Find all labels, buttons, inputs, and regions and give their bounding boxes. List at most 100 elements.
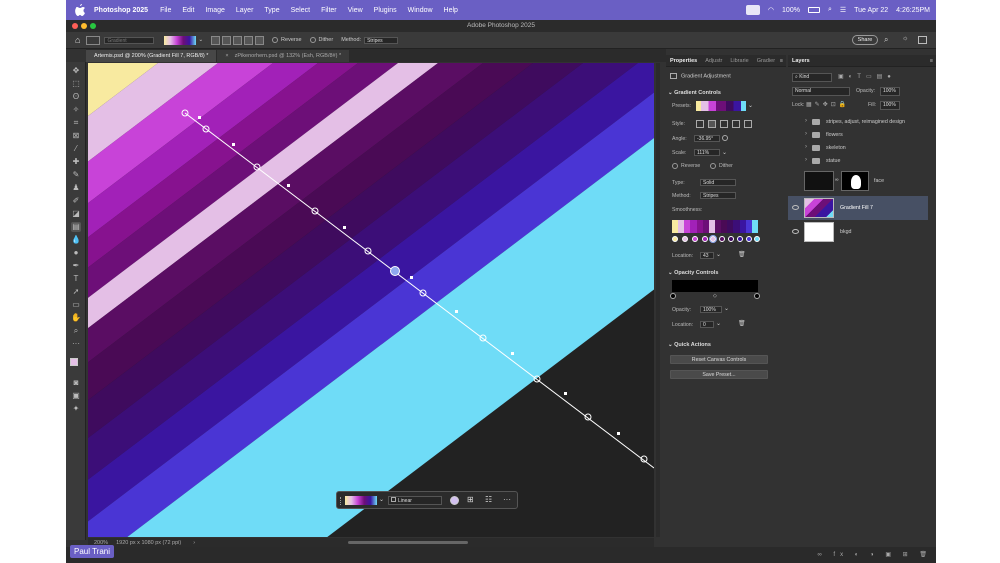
lasso-tool-icon[interactable]: ʘ [71, 92, 81, 102]
reflected-style-button[interactable] [244, 35, 254, 45]
menu-type[interactable]: Type [264, 7, 279, 14]
layer-filter-icons[interactable]: ▣◐T▭▤● [838, 73, 896, 80]
eye-icon[interactable] [792, 205, 799, 210]
opacity-controls-heading[interactable]: ⌄ Opacity Controls [668, 270, 718, 276]
color-stop[interactable] [719, 236, 725, 242]
marquee-tool-icon[interactable]: ⬚ [71, 79, 81, 89]
color-stop[interactable] [737, 236, 743, 242]
zoom-tool-icon[interactable]: ⌕ [71, 326, 81, 336]
settings-sliders-icon[interactable]: ☷ [485, 495, 492, 504]
gradient-preview[interactable] [164, 35, 197, 45]
menu-edit[interactable]: Edit [182, 7, 194, 14]
method-select[interactable]: Stripes [364, 36, 399, 44]
tab-layers[interactable]: Layers [788, 58, 814, 64]
chevron-down-icon[interactable]: ⌄ [748, 102, 753, 109]
close-icon[interactable]: × [225, 50, 228, 62]
method-select[interactable]: Stripes [700, 192, 736, 199]
style-reflected-button[interactable] [732, 120, 740, 128]
layer-row-bkgd[interactable]: bkgd [788, 220, 928, 244]
tab-adjustments[interactable]: Adjustr [701, 58, 726, 64]
search-icon[interactable]: ⌕ [828, 6, 832, 14]
fill-input[interactable]: 100% [880, 101, 900, 110]
opacity-stop-right[interactable] [754, 293, 760, 299]
color-stop[interactable] [754, 236, 760, 242]
radial-style-button[interactable] [222, 35, 232, 45]
diamond-style-button[interactable] [255, 35, 265, 45]
healing-tool-icon[interactable]: ✚ [71, 157, 81, 167]
layer-row-folder[interactable]: › statue [788, 154, 928, 167]
chevron-down-icon[interactable]: ⌄ [716, 320, 721, 327]
color-stop[interactable] [692, 236, 698, 242]
chevron-down-icon[interactable]: ⌄ [198, 37, 203, 43]
transform-icon[interactable]: ⊞ [467, 495, 474, 504]
drag-handle-icon[interactable] [340, 497, 342, 505]
lightbulb-icon[interactable]: ☼ [902, 35, 908, 42]
shape-tool-icon[interactable]: ▭ [71, 300, 81, 310]
path-select-tool-icon[interactable]: ➚ [71, 287, 81, 297]
tab-gradients[interactable]: Gradier [753, 58, 779, 64]
reverse-checkbox[interactable] [272, 37, 279, 43]
gradient-control-line[interactable] [88, 63, 654, 537]
layers-footer-icons[interactable]: ∞ fx ◐ ◑ ▣ ⊞ 🗑 [792, 551, 932, 561]
eye-icon[interactable] [792, 229, 799, 234]
chevron-right-icon[interactable]: › [805, 118, 807, 124]
pen-tool-icon[interactable]: ✒ [71, 261, 81, 271]
chevron-right-icon[interactable]: › [805, 144, 807, 150]
foreground-color-swatch[interactable] [70, 358, 78, 366]
save-preset-button[interactable]: Save Preset... [670, 370, 768, 379]
wifi-icon[interactable]: ◠ [768, 6, 774, 14]
color-stop[interactable] [728, 236, 734, 242]
layer-row-folder[interactable]: › skeleton [788, 141, 928, 154]
trash-icon[interactable]: 🗑 [738, 320, 746, 327]
menu-select[interactable]: Select [291, 7, 310, 14]
chevron-right-icon[interactable]: › [193, 540, 195, 546]
vertical-scrollbar[interactable] [656, 63, 660, 537]
object-select-tool-icon[interactable]: ✧ [71, 105, 81, 115]
doc-tab-artemis[interactable]: Artemis.psd @ 200% (Gradient Fill 7, RGB… [86, 50, 217, 62]
menu-file[interactable]: File [160, 7, 171, 14]
layer-filter-select[interactable]: ⌕ Kind [792, 73, 832, 82]
chevron-down-icon[interactable]: ⌄ [724, 305, 729, 312]
menu-plugins[interactable]: Plugins [374, 7, 397, 14]
stamp-tool-icon[interactable]: ♟ [71, 183, 81, 193]
gradient-tool-icon[interactable]: ▤ [71, 222, 81, 232]
opacity-midpoint[interactable]: ◇ [713, 293, 717, 299]
layer-row-folder[interactable]: › stripes, adjust, reimagined design [788, 115, 928, 128]
more-options-icon[interactable]: ··· [503, 495, 511, 504]
layer-row-gradient-fill[interactable]: Gradient Fill 7 [788, 196, 928, 220]
chevron-down-icon[interactable]: ⌄ [716, 251, 721, 258]
eyedropper-tool-icon[interactable]: ⁄ [71, 144, 81, 154]
linear-style-button[interactable] [211, 35, 221, 45]
more-tools-icon[interactable]: ··· [71, 339, 81, 349]
presets-gradient-picker[interactable] [696, 101, 746, 111]
screen-share-icon[interactable] [745, 5, 760, 15]
gradient-controls-heading[interactable]: ⌄ Gradient Controls [668, 90, 721, 96]
move-tool-icon[interactable]: ✥ [71, 66, 81, 76]
layer-mask-thumbnail[interactable] [841, 171, 869, 191]
history-brush-tool-icon[interactable]: ✐ [71, 196, 81, 206]
blur-tool-icon[interactable]: 💧 [71, 235, 81, 245]
layer-row-face[interactable]: ∞ face [788, 168, 928, 194]
type-tool-icon[interactable]: T [71, 274, 81, 284]
color-stop-swatch[interactable] [450, 496, 459, 505]
opacity-location-input[interactable]: 0 [700, 321, 714, 328]
layer-row-folder[interactable]: › flowers [788, 128, 928, 141]
angle-input[interactable]: -36.95° [694, 135, 720, 142]
tab-properties[interactable]: Properties [666, 58, 701, 64]
dither-checkbox[interactable] [309, 37, 316, 43]
chevron-right-icon[interactable]: › [805, 157, 807, 163]
color-stop[interactable] [702, 236, 708, 242]
opacity-stop-left[interactable] [670, 293, 676, 299]
tool-preset-field[interactable]: Gradient [104, 36, 155, 44]
menu-image[interactable]: Image [205, 7, 224, 14]
menu-help[interactable]: Help [444, 7, 458, 14]
reverse-checkbox[interactable] [672, 163, 678, 169]
reset-canvas-controls-button[interactable]: Reset Canvas Controls [670, 355, 768, 364]
style-linear-button[interactable] [696, 120, 704, 128]
battery-icon[interactable] [807, 7, 820, 13]
angle-dial-icon[interactable] [722, 135, 728, 141]
hand-tool-icon[interactable]: ✋ [71, 313, 81, 323]
color-stop[interactable] [682, 236, 688, 242]
generative-icon[interactable]: ✦ [71, 404, 81, 414]
location-input[interactable]: 43 [700, 252, 714, 259]
